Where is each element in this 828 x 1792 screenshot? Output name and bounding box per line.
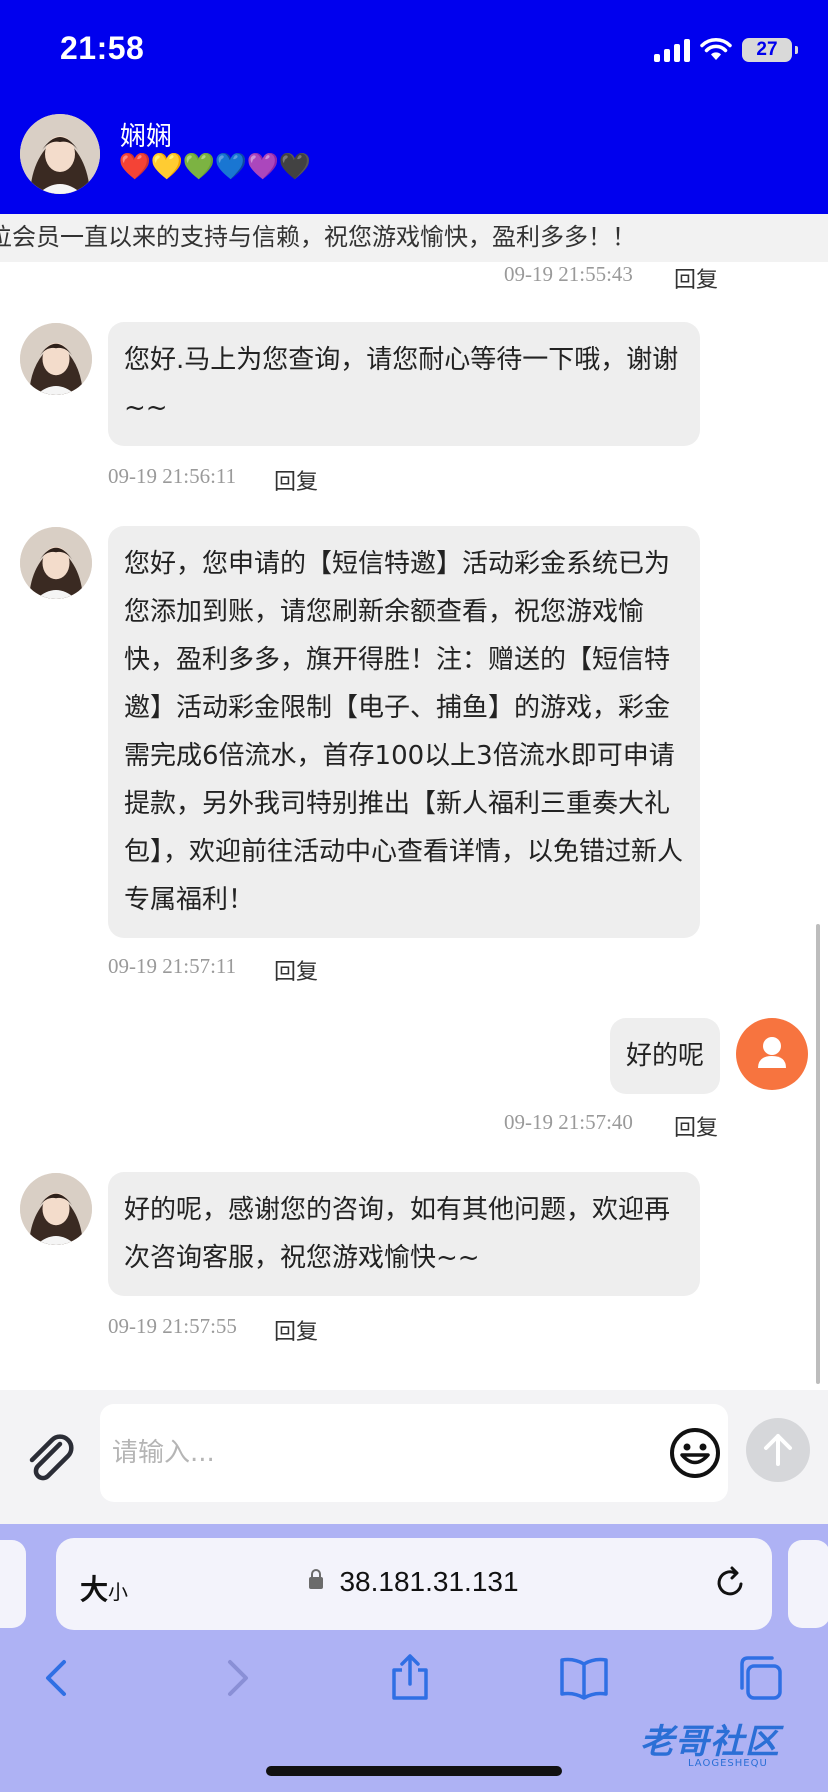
book-icon[interactable]: [558, 1652, 610, 1704]
message-time: 09-19 21:56:11: [108, 464, 237, 488]
send-button[interactable]: [746, 1418, 810, 1482]
agent-hearts: ❤️💛💚💙💜🖤: [118, 152, 311, 182]
status-time: 21:58: [60, 30, 145, 66]
reply-button[interactable]: 回复: [674, 1110, 718, 1142]
message-input-container: [100, 1404, 728, 1502]
tabs-icon[interactable]: [734, 1652, 786, 1704]
agent-avatar[interactable]: [20, 114, 100, 194]
heart-green-icon: 💚: [182, 152, 215, 182]
chevron-left-icon[interactable]: [32, 1652, 84, 1704]
wifi-icon: [700, 38, 732, 60]
message-time: 09-19 21:57:11: [108, 954, 237, 978]
message-time: 09-19 21:57:40: [504, 1110, 633, 1134]
watermark-subtext: LAOGESHEQU: [688, 1758, 768, 1769]
agent-avatar[interactable]: [20, 527, 92, 599]
agent-avatar[interactable]: [20, 1173, 92, 1245]
scrollbar[interactable]: [816, 924, 820, 1384]
agent-avatar[interactable]: [20, 323, 92, 395]
heart-yellow-icon: 💛: [150, 152, 183, 182]
url-display[interactable]: 38.181.31.131: [56, 1566, 772, 1598]
notice-marquee: 位会员一直以来的支持与信赖，祝您游戏愉快，盈利多多！！: [0, 214, 828, 262]
message-bubble[interactable]: 好的呢，感谢您的咨询，如有其他问题，欢迎再次咨询客服，祝您游戏愉快~~: [108, 1172, 700, 1296]
heart-black-icon: 🖤: [278, 152, 311, 182]
address-bar[interactable]: 大小 38.181.31.131: [56, 1538, 772, 1630]
chat-header: 21:58 27 娴娴 ❤️💛💚💙💜🖤: [0, 0, 828, 214]
watermark-logo: 老哥社区: [640, 1722, 780, 1762]
message-input[interactable]: [110, 1424, 634, 1482]
message-bubble[interactable]: 您好，您申请的【短信特邀】活动彩金系统已为您添加到账，请您刷新余额查看，祝您游戏…: [108, 526, 700, 938]
person-icon: [758, 1037, 786, 1068]
arrow-up-icon: [764, 1434, 792, 1466]
smiley-icon[interactable]: [668, 1426, 722, 1480]
user-message-bubble[interactable]: 好的呢: [609, 1018, 720, 1094]
next-tab[interactable]: [788, 1540, 828, 1628]
message-time: 09-19 21:55:43: [504, 262, 633, 286]
heart-red-icon: ❤️: [118, 152, 151, 182]
chat-input-bar: [0, 1390, 828, 1524]
reply-button[interactable]: 回复: [674, 262, 718, 294]
notice-text: 位会员一直以来的支持与信赖，祝您游戏愉快，盈利多多！！: [0, 223, 636, 251]
home-indicator[interactable]: [266, 1766, 562, 1776]
message-list[interactable]: 09-19 21:55:43 回复 您好.马上为您查询，请您耐心等待一下哦，谢谢…: [0, 262, 828, 1390]
heart-blue-icon: 💙: [214, 152, 247, 182]
user-avatar[interactable]: [736, 1018, 808, 1090]
message-time: 09-19 21:57:55: [108, 1314, 237, 1338]
reply-button[interactable]: 回复: [274, 464, 318, 496]
status-icons: 27: [654, 34, 798, 66]
url-text: 38.181.31.131: [339, 1566, 519, 1597]
paperclip-icon[interactable]: [22, 1430, 76, 1484]
cellular-signal-icon: [654, 38, 690, 62]
heart-purple-icon: 💜: [246, 152, 279, 182]
reply-button[interactable]: 回复: [274, 1314, 318, 1346]
battery-icon: 27: [742, 38, 798, 62]
share-icon[interactable]: [384, 1652, 436, 1704]
agent-name: 娴娴: [120, 122, 173, 152]
reload-icon[interactable]: [710, 1562, 750, 1602]
previous-tab[interactable]: [0, 1540, 26, 1628]
lock-icon: [309, 1569, 324, 1589]
chevron-right-icon[interactable]: [210, 1652, 262, 1704]
message-bubble[interactable]: 您好.马上为您查询，请您耐心等待一下哦，谢谢~~: [108, 322, 700, 446]
reply-button[interactable]: 回复: [274, 954, 318, 986]
